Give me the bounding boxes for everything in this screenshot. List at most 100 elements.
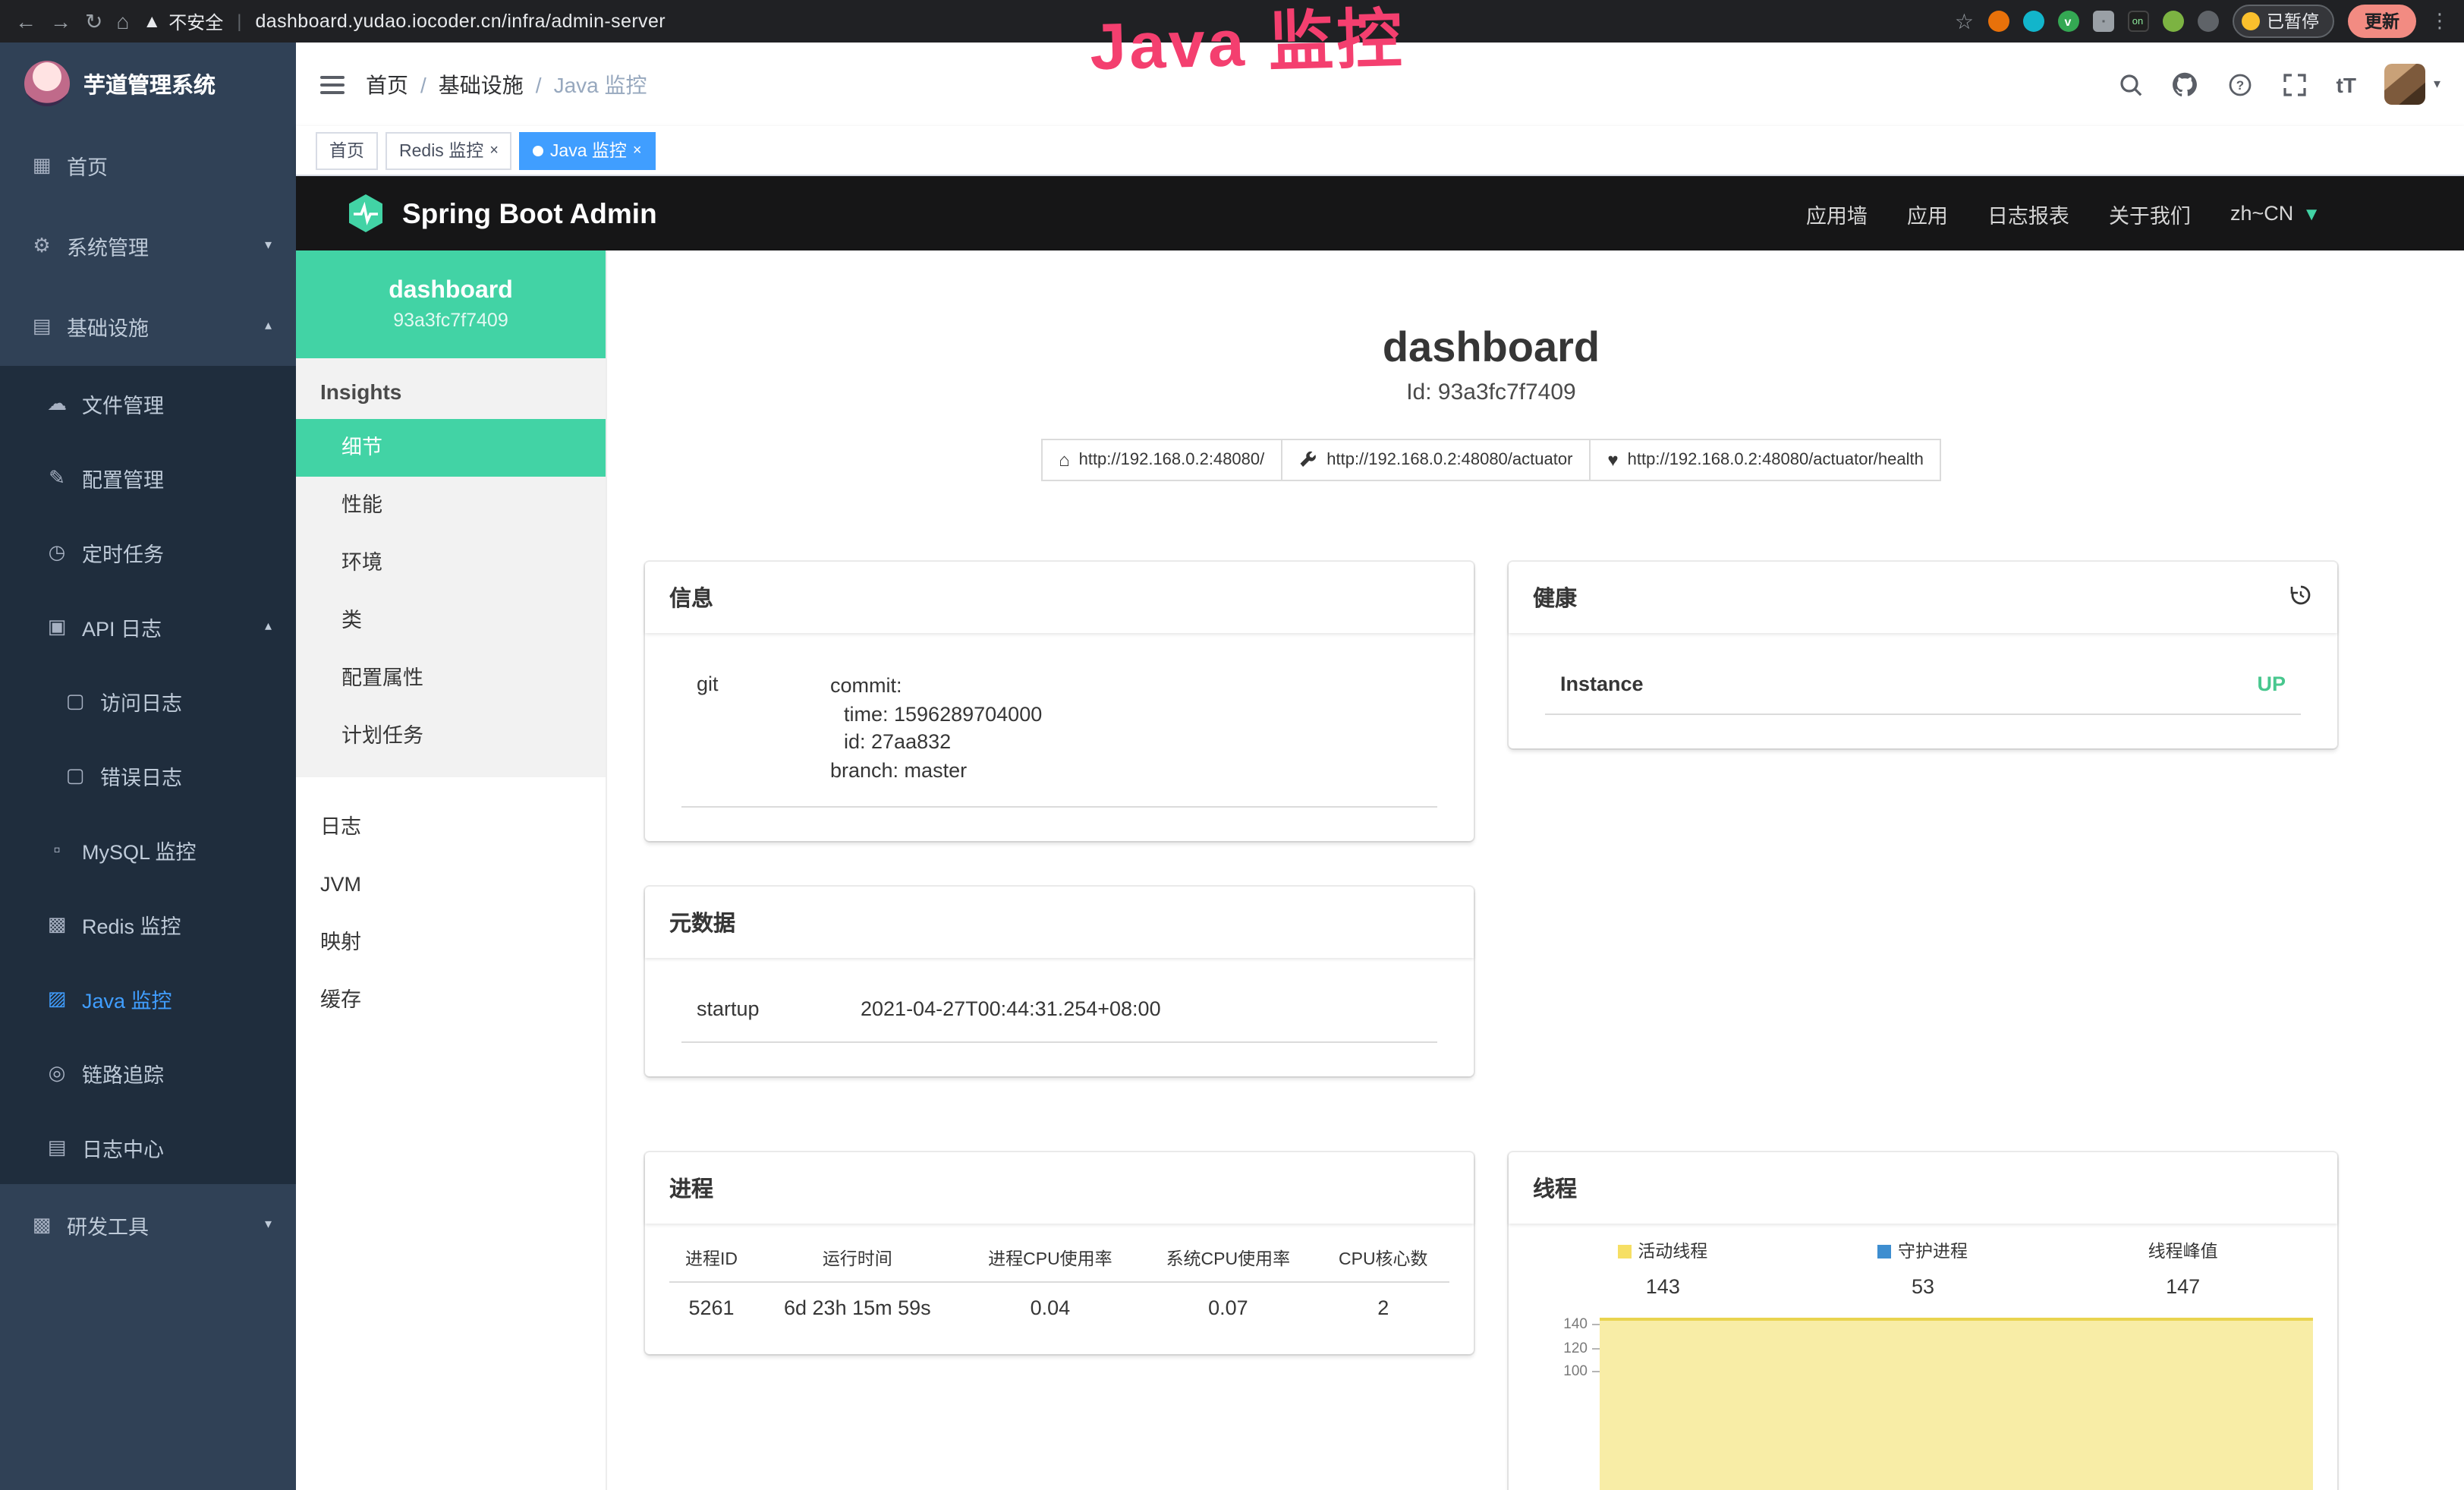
security-warning-label: 不安全: [168, 8, 223, 34]
tag-label: Java 监控: [550, 138, 627, 162]
health-key: Instance: [1560, 673, 1644, 695]
sidebar-item-home[interactable]: ▦ 首页: [0, 124, 296, 205]
sidebar-item-tracing[interactable]: ◎ 链路追踪: [0, 1035, 296, 1110]
close-icon[interactable]: ×: [489, 142, 499, 159]
sba-menu-details[interactable]: 细节: [296, 419, 606, 477]
paused-badge[interactable]: 已暂停: [2232, 5, 2334, 38]
sidebar-item-api-logs[interactable]: ▣ API 日志 ▴: [0, 589, 296, 663]
sidebar-item-scheduled-tasks[interactable]: ◷ 定时任务: [0, 515, 296, 589]
github-icon[interactable]: [2173, 71, 2198, 97]
sba-menu-classes[interactable]: 类: [296, 592, 606, 650]
service-url-button[interactable]: ⌂ http://192.168.0.2:48080/: [1040, 439, 1282, 481]
cell-process-cpu: 0.04: [961, 1282, 1139, 1333]
extension-icon-4[interactable]: [2092, 11, 2113, 32]
sidebar-item-redis-monitor[interactable]: ▩ Redis 监控: [0, 887, 296, 961]
breadcrumb-infrastructure[interactable]: 基础设施: [439, 69, 524, 99]
monitor-icon: ▤: [30, 313, 53, 338]
sidebar-item-access-logs[interactable]: ▢ 访问日志: [0, 663, 296, 738]
cards-grid: 信息 git commit: time: 1596289704000 id: 2: [645, 562, 2337, 1490]
sidebar-item-label: 配置管理: [82, 462, 164, 493]
extension-icon-7[interactable]: [2197, 11, 2218, 32]
sba-menu-mappings[interactable]: 映射: [296, 914, 606, 972]
sba-menu-scheduled-tasks[interactable]: 计划任务: [296, 707, 606, 765]
sba-nav-journal[interactable]: 日志报表: [1987, 198, 2069, 228]
sidebar-item-system[interactable]: ⚙ 系统管理 ▾: [0, 205, 296, 285]
tag-redis-monitor[interactable]: Redis 监控 ×: [385, 131, 512, 169]
hamburger-icon[interactable]: [320, 75, 345, 93]
sba-nav-wallboard[interactable]: 应用墙: [1806, 198, 1868, 228]
sba-menu-metrics[interactable]: 性能: [296, 477, 606, 534]
admin-sidebar: 芋道管理系统 ▦ 首页 ⚙ 系统管理 ▾ ▤ 基础设施 ▴ ☁ 文件管理 ✎: [0, 43, 296, 1490]
sba-brand[interactable]: Spring Boot Admin: [346, 192, 657, 235]
tag-java-monitor[interactable]: Java 监控 ×: [520, 131, 656, 169]
threads-card: 线程 活动线程 143 守护进程: [1509, 1152, 2337, 1490]
update-button[interactable]: 更新: [2348, 5, 2416, 38]
sidebar-item-dev-tools[interactable]: ▩ 研发工具 ▾: [0, 1184, 296, 1265]
user-menu[interactable]: ▾: [2385, 64, 2440, 105]
health-url-button[interactable]: ♥ http://192.168.0.2:48080/actuator/heal…: [1589, 439, 1941, 481]
sba-menu-config-props[interactable]: 配置属性: [296, 650, 606, 707]
legend-live: 活动线程 143: [1533, 1239, 1793, 1298]
cell-cpu-cores: 2: [1317, 1282, 1449, 1333]
actuator-url-button[interactable]: http://192.168.0.2:48080/actuator: [1281, 439, 1591, 481]
sba-menu-caches[interactable]: 缓存: [296, 972, 606, 1029]
sba-menu-jvm[interactable]: JVM: [296, 856, 606, 914]
sidebar-item-java-monitor[interactable]: ▨ Java 监控: [0, 961, 296, 1035]
browser-menu-icon[interactable]: ⋮: [2430, 9, 2450, 33]
address-url[interactable]: dashboard.yudao.iocoder.cn/infra/admin-s…: [255, 11, 666, 32]
tag-home[interactable]: 首页: [316, 131, 378, 169]
history-icon[interactable]: [2289, 582, 2313, 613]
chevron-down-icon: ▼: [2302, 203, 2321, 224]
home-icon[interactable]: ⌂: [116, 11, 129, 32]
legend-daemon: 守护进程 53: [1793, 1239, 2053, 1298]
legend-label: 活动线程: [1638, 1239, 1707, 1263]
chart-area-series: [1600, 1318, 2313, 1490]
font-size-icon[interactable]: tT: [2337, 72, 2356, 96]
sba-nav-about[interactable]: 关于我们: [2109, 198, 2191, 228]
sba-menu-logs[interactable]: 日志: [296, 799, 606, 856]
extension-icon-1[interactable]: [1987, 11, 2009, 32]
back-icon[interactable]: ←: [15, 11, 36, 32]
gear-icon: ⚙: [30, 233, 53, 257]
extension-icon-6[interactable]: [2162, 11, 2183, 32]
sidebar-item-mysql-monitor[interactable]: ▫ MySQL 监控: [0, 812, 296, 887]
breadcrumb-separator: /: [420, 72, 426, 96]
chart-y-axis: 140 120 100: [1533, 1313, 1600, 1384]
extension-icon-3[interactable]: v: [2057, 11, 2079, 32]
metadata-value: 2021-04-27T00:44:31.254+08:00: [861, 997, 1161, 1020]
close-icon[interactable]: ×: [633, 142, 642, 159]
instance-header[interactable]: dashboard 93a3fc7f7409: [296, 250, 606, 358]
sba-nav-applications[interactable]: 应用: [1907, 198, 1948, 228]
sidebar-item-file-management[interactable]: ☁ 文件管理: [0, 366, 296, 440]
info-card-body: git commit: time: 1596289704000 id: 27aa…: [645, 633, 1474, 841]
forward-icon[interactable]: →: [50, 11, 71, 32]
breadcrumb-home[interactable]: 首页: [366, 69, 408, 99]
legend-swatch-blue: [1878, 1244, 1892, 1258]
fullscreen-icon[interactable]: [2282, 71, 2308, 97]
sidebar-item-error-logs[interactable]: ▢ 错误日志: [0, 738, 296, 812]
heart-icon: ♥: [1607, 451, 1618, 469]
git-branch-line: branch: master: [830, 757, 1042, 785]
reload-icon[interactable]: ↻: [85, 11, 102, 32]
caret-down-icon: ▾: [2434, 76, 2440, 93]
bookmark-star-icon[interactable]: ☆: [1955, 11, 1974, 32]
search-icon[interactable]: [2118, 71, 2144, 97]
card-title: 进程: [669, 1172, 713, 1204]
sidebar-item-infrastructure[interactable]: ▤ 基础设施 ▴: [0, 285, 296, 366]
sba-nav: 应用墙 应用 日志报表 关于我们 zh~CN ▼: [1806, 198, 2464, 228]
sidebar-item-log-center[interactable]: ▤ 日志中心: [0, 1110, 296, 1184]
locale-selector[interactable]: zh~CN ▼: [2230, 202, 2321, 225]
instance-name: dashboard: [389, 278, 513, 305]
process-table-values: 5261 6d 23h 15m 59s 0.04 0.07 2: [669, 1282, 1449, 1333]
help-icon[interactable]: ?: [2227, 71, 2253, 97]
threads-legend: 活动线程 143 守护进程 53 线程峰值: [1533, 1239, 2313, 1298]
sidebar-item-config-management[interactable]: ✎ 配置管理: [0, 440, 296, 515]
column-header: 系统CPU使用率: [1139, 1236, 1317, 1282]
extension-icon-5[interactable]: on: [2127, 11, 2148, 32]
extension-icon-2[interactable]: [2022, 11, 2044, 32]
sba-menu-environment[interactable]: 环境: [296, 534, 606, 592]
smiley-icon: [2241, 12, 2259, 30]
tags-view: 首页 Redis 监控 × Java 监控 ×: [296, 126, 2464, 176]
security-warning[interactable]: ▲ 不安全: [143, 8, 223, 34]
y-tick: 140: [1563, 1317, 1588, 1334]
